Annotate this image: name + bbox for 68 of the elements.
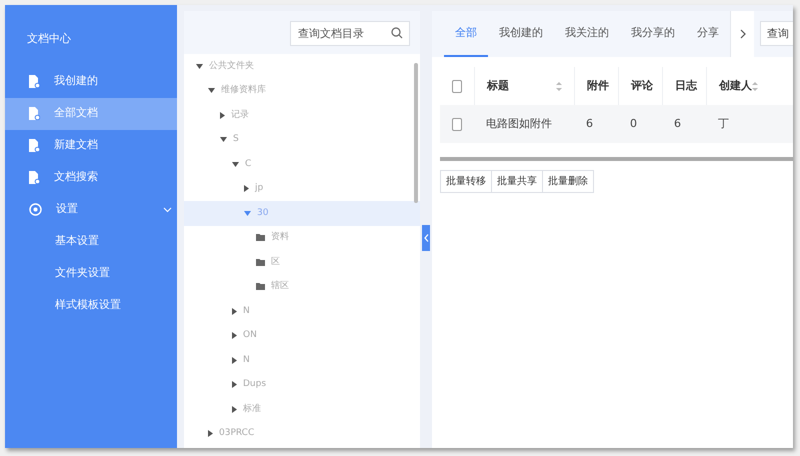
tree-item[interactable]: 公共文件夹: [184, 54, 420, 78]
gear-icon: [29, 203, 42, 216]
tab[interactable]: 我分享的: [620, 11, 686, 57]
caret-icon[interactable]: [220, 112, 225, 119]
tree-item[interactable]: jp: [184, 176, 420, 201]
tree-item[interactable]: 03PRCC: [184, 422, 420, 446]
batch-button[interactable]: 批量删除: [543, 170, 594, 193]
folder-icon: [256, 234, 265, 242]
sidebar-subitem[interactable]: 文件夹设置: [5, 258, 177, 290]
sidebar-item[interactable]: 我创建的: [5, 66, 177, 98]
checkbox[interactable]: [452, 80, 462, 92]
table-cell-text: 6: [673, 116, 682, 132]
tree-item[interactable]: C: [184, 152, 420, 176]
chevron-right-icon: [740, 29, 746, 39]
tree-item[interactable]: 区: [184, 250, 420, 274]
horizontal-scrollbar[interactable]: [440, 157, 793, 161]
caret-icon[interactable]: [196, 64, 203, 69]
caret-icon[interactable]: [244, 185, 249, 192]
caret-icon[interactable]: [208, 430, 213, 438]
document-icon: [29, 139, 40, 152]
batch-button[interactable]: 批量共享: [492, 170, 543, 193]
tree-item[interactable]: N: [184, 299, 420, 324]
tree-item[interactable]: Dups: [184, 372, 420, 397]
folder-icon: [256, 258, 265, 266]
table-cell-text: 0: [629, 116, 638, 132]
sidebar-subitem[interactable]: 基本设置: [5, 226, 177, 258]
tree-item[interactable]: 维修资料库: [184, 78, 420, 103]
checkbox[interactable]: [452, 118, 462, 130]
tree-item[interactable]: 30: [184, 201, 420, 226]
document-icon: [29, 171, 40, 184]
sidebar-item[interactable]: 文档搜索: [5, 162, 177, 194]
search-field[interactable]: 查询: [760, 21, 793, 46]
search-field[interactable]: 查询文档目录: [290, 21, 410, 46]
chevron-left-icon: [424, 234, 428, 242]
caret-icon[interactable]: [232, 332, 237, 340]
app-title: 文档中心: [26, 31, 72, 47]
tree-item[interactable]: S: [184, 128, 420, 152]
scrollbar[interactable]: [414, 63, 418, 203]
document-icon: [29, 75, 40, 88]
collapse-handle[interactable]: [422, 225, 430, 251]
caret-icon[interactable]: [232, 406, 237, 413]
sidebar-item[interactable]: 全部文档: [5, 98, 177, 130]
tab[interactable]: 分享: [686, 11, 730, 57]
tab[interactable]: 全部: [444, 11, 488, 57]
caret-icon[interactable]: [232, 308, 237, 315]
tree-item[interactable]: N: [184, 348, 420, 372]
tree-item[interactable]: 标准: [184, 397, 420, 422]
caret-icon[interactable]: [208, 88, 215, 94]
sidebar-item[interactable]: 设置: [5, 194, 177, 226]
document-icon: [29, 107, 40, 120]
folder-icon: [256, 283, 265, 290]
table-cell-text: 丁: [717, 116, 730, 132]
caret-icon[interactable]: [232, 162, 239, 167]
table-cell-text: 电路图如附件: [485, 116, 553, 132]
tab[interactable]: 我关注的: [554, 11, 620, 57]
tab[interactable]: 我创建的: [488, 11, 554, 57]
caret-icon[interactable]: [232, 381, 237, 388]
sidebar-item[interactable]: 新建文档: [5, 130, 177, 162]
search-icon: [391, 27, 403, 39]
caret-icon[interactable]: [232, 356, 237, 364]
tree-item[interactable]: ON: [184, 324, 420, 348]
tree-item[interactable]: 记录: [184, 103, 420, 128]
sidebar-subitem[interactable]: 样式模板设置: [5, 290, 177, 322]
caret-icon[interactable]: [220, 137, 227, 142]
table-cell-text: 6: [585, 116, 594, 132]
tree-item[interactable]: 辖区: [184, 274, 420, 299]
batch-button[interactable]: 批量转移: [440, 170, 492, 193]
tree-item[interactable]: 资料: [184, 226, 420, 250]
